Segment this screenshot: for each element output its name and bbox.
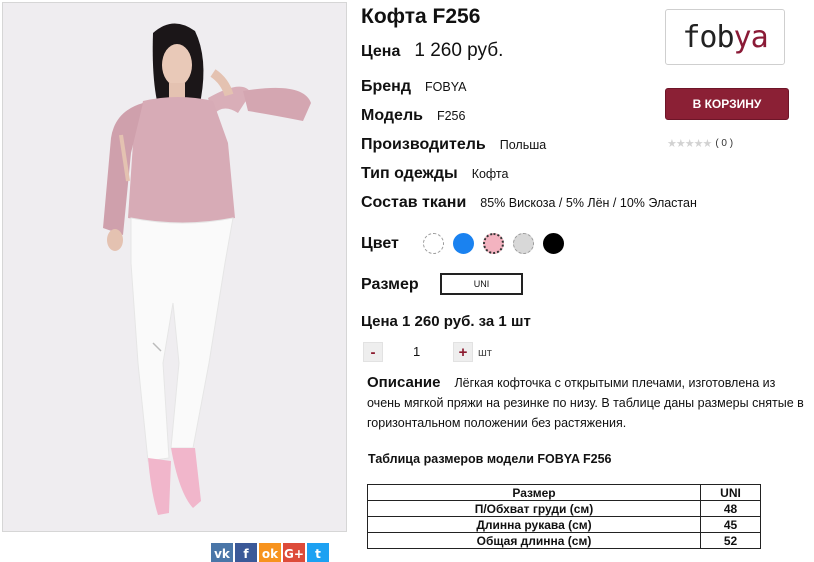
logo-text: fob (682, 19, 734, 55)
table-cell: 48 (700, 500, 761, 517)
price-value: 1 260 руб. (414, 40, 504, 61)
brand-logo[interactable]: fob ya (665, 9, 785, 65)
table-row: Длинна рукава (см) 45 (367, 516, 761, 533)
rating: ★★★★★ ( 0 ) (667, 137, 733, 150)
quantity-value[interactable]: 1 (413, 344, 420, 359)
table-cell: 45 (700, 516, 761, 533)
color-swatch-blue[interactable] (453, 233, 474, 254)
table-cell: П/Обхват груди (см) (367, 500, 701, 517)
property-label: Состав ткани (361, 194, 467, 211)
description-label: Описание (367, 374, 441, 391)
property-brand: Бренд FOBYA (361, 78, 466, 96)
size-label: Размер (361, 276, 419, 293)
color-swatch-pink[interactable] (483, 233, 504, 254)
share-buttons: vk f ok G+ t (211, 543, 329, 562)
quantity-increase-button[interactable]: + (453, 342, 473, 362)
property-value: Польша (499, 138, 547, 152)
size-option-uni[interactable]: UNI (440, 273, 523, 295)
color-swatch-black[interactable] (543, 233, 564, 254)
property-value: FOBYA (425, 80, 467, 94)
odnoklassniki-icon[interactable]: ok (259, 543, 281, 562)
size-table: Размер UNI П/Обхват груди (см) 48 Длинна… (367, 484, 761, 549)
table-header-cell: Размер (367, 484, 701, 501)
property-label: Тип одежды (361, 165, 458, 182)
property-clothing-type: Тип одежды Кофта (361, 165, 508, 183)
rating-count: ( 0 ) (715, 138, 734, 149)
property-label: Производитель (361, 136, 486, 153)
property-label: Модель (361, 107, 423, 124)
add-to-cart-button[interactable]: В КОРЗИНУ (665, 88, 789, 120)
twitter-icon[interactable]: t (307, 543, 329, 562)
product-title: Кофта F256 (361, 5, 481, 28)
price-line: Цена 1 260 руб. (361, 40, 503, 62)
table-cell: Общая длинна (см) (367, 532, 701, 549)
unit-price: Цена 1 260 руб. за 1 шт (361, 313, 531, 330)
property-manufacturer: Производитель Польша (361, 136, 546, 154)
description: Описание Лёгкая кофточка с открытыми плеч… (367, 373, 807, 433)
property-model: Модель F256 (361, 107, 465, 125)
logo-accent: ya (733, 19, 769, 55)
table-header-row: Размер UNI (367, 484, 761, 501)
color-swatch-grey[interactable] (513, 233, 534, 254)
quantity-unit: шт (478, 347, 492, 359)
property-value: 85% Вискоза / 5% Лён / 10% Эластан (480, 196, 697, 210)
quantity-decrease-button[interactable]: - (363, 342, 383, 362)
price-label: Цена (361, 43, 401, 60)
product-image[interactable] (2, 2, 347, 532)
table-cell: Длинна рукава (см) (367, 516, 701, 533)
vk-icon[interactable]: vk (211, 543, 233, 562)
color-label: Цвет (361, 235, 399, 252)
color-swatch-white[interactable] (423, 233, 444, 254)
table-cell: 52 (700, 532, 761, 549)
facebook-icon[interactable]: f (235, 543, 257, 562)
property-fabric: Состав ткани 85% Вискоза / 5% Лён / 10% … (361, 194, 697, 212)
size-table-title: Таблица размеров модели FOBYA F256 (368, 452, 612, 466)
google-plus-icon[interactable]: G+ (283, 543, 305, 562)
table-header-cell: UNI (700, 484, 761, 501)
table-row: Общая длинна (см) 52 (367, 532, 761, 549)
rating-stars-icon[interactable]: ★★★★★ (667, 137, 712, 150)
model-photo (3, 3, 346, 531)
property-value: Кофта (471, 167, 509, 181)
table-row: П/Обхват груди (см) 48 (367, 500, 761, 517)
property-label: Бренд (361, 78, 411, 95)
property-value: F256 (436, 109, 466, 123)
